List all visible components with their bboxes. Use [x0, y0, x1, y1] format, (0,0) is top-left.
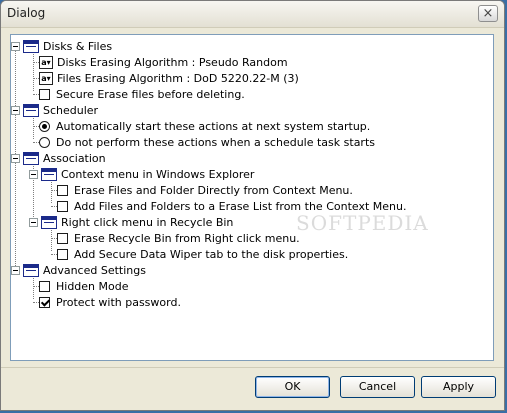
item-label: Protect with password. — [56, 295, 181, 309]
folder-icon — [23, 39, 39, 53]
item-label: Add Secure Data Wiper tab to the disk pr… — [74, 247, 349, 261]
tree-node-disks-files[interactable]: Disks & Files — [11, 38, 112, 54]
settings-tree: Disks & Files a▾ Disks Erasing Algorithm… — [10, 34, 494, 361]
node-label: Advanced Settings — [43, 263, 146, 277]
checkbox-checked[interactable] — [39, 296, 50, 308]
item-label: Disks Erasing Algorithm : Pseudo Random — [57, 55, 288, 69]
do-not-perform-radio[interactable]: Do not perform these actions when a sche… — [39, 134, 375, 150]
node-label: Scheduler — [43, 103, 99, 117]
checkbox[interactable] — [57, 232, 68, 244]
tree-node-recycle-bin[interactable]: Right click menu in Recycle Bin — [29, 214, 233, 230]
collapse-icon[interactable] — [11, 153, 20, 163]
ok-button[interactable]: OK — [255, 376, 330, 398]
folder-icon — [23, 151, 39, 165]
auto-start-radio[interactable]: Automatically start these actions at nex… — [39, 118, 370, 134]
softpedia-watermark: SOFTPEDIA — [296, 211, 429, 235]
checkbox[interactable] — [57, 248, 68, 260]
title-bar: Dialog × — [1, 1, 504, 28]
checkbox[interactable] — [39, 280, 50, 292]
item-label: Erase Files and Folder Directly from Con… — [74, 183, 353, 197]
checkbox[interactable] — [57, 200, 68, 212]
collapse-icon[interactable] — [11, 105, 20, 115]
radio-button[interactable] — [39, 136, 50, 148]
erase-context-menu-checkbox[interactable]: Erase Files and Folder Directly from Con… — [57, 182, 353, 198]
folder-icon — [41, 215, 57, 229]
footer-separator — [1, 367, 504, 368]
node-label: Right click menu in Recycle Bin — [61, 215, 234, 229]
checkbox[interactable] — [39, 88, 50, 100]
tree-node-advanced-settings[interactable]: Advanced Settings — [11, 262, 146, 278]
add-wiper-tab-checkbox[interactable]: Add Secure Data Wiper tab to the disk pr… — [57, 246, 348, 262]
folder-icon — [23, 263, 39, 277]
files-erasing-algorithm-item[interactable]: a▾ Files Erasing Algorithm : DoD 5220.22… — [39, 70, 299, 86]
disks-erasing-algorithm-item[interactable]: a▾ Disks Erasing Algorithm : Pseudo Rand… — [39, 54, 288, 70]
secure-erase-checkbox[interactable]: Secure Erase files before deleting. — [39, 86, 245, 102]
dropdown-icon: a▾ — [39, 55, 53, 69]
cancel-button[interactable]: Cancel — [340, 376, 415, 398]
tree-node-association[interactable]: Association — [11, 150, 106, 166]
tree-node-scheduler[interactable]: Scheduler — [11, 102, 98, 118]
node-label: Context menu in Windows Explorer — [61, 167, 255, 181]
dialog-window: Dialog × Disks & Files a▾ Disks Erasing … — [0, 0, 505, 411]
checkbox[interactable] — [57, 184, 68, 196]
collapse-icon[interactable] — [11, 265, 20, 275]
radio-button[interactable] — [39, 120, 50, 132]
folder-icon — [23, 103, 39, 117]
tree-node-context-menu[interactable]: Context menu in Windows Explorer — [29, 166, 254, 182]
node-label: Disks & Files — [43, 39, 113, 53]
node-label: Association — [43, 151, 106, 165]
item-label: Files Erasing Algorithm : DoD 5220.22-M … — [57, 71, 299, 85]
item-label: Hidden Mode — [56, 279, 129, 293]
apply-button[interactable]: Apply — [421, 376, 496, 398]
window-title: Dialog — [7, 6, 46, 20]
collapse-icon[interactable] — [11, 41, 20, 51]
hidden-mode-checkbox[interactable]: Hidden Mode — [39, 278, 129, 294]
item-label: Do not perform these actions when a sche… — [56, 135, 375, 149]
erase-recycle-bin-checkbox[interactable]: Erase Recycle Bin from Right click menu. — [57, 230, 300, 246]
item-label: Secure Erase files before deleting. — [56, 87, 245, 101]
item-label: Automatically start these actions at nex… — [56, 119, 371, 133]
folder-icon — [41, 167, 57, 181]
dropdown-icon: a▾ — [39, 71, 53, 85]
close-button[interactable]: × — [478, 5, 498, 22]
collapse-icon[interactable] — [29, 217, 38, 227]
protect-password-checkbox[interactable]: Protect with password. — [39, 294, 181, 310]
collapse-icon[interactable] — [29, 169, 38, 179]
item-label: Erase Recycle Bin from Right click menu. — [74, 231, 300, 245]
